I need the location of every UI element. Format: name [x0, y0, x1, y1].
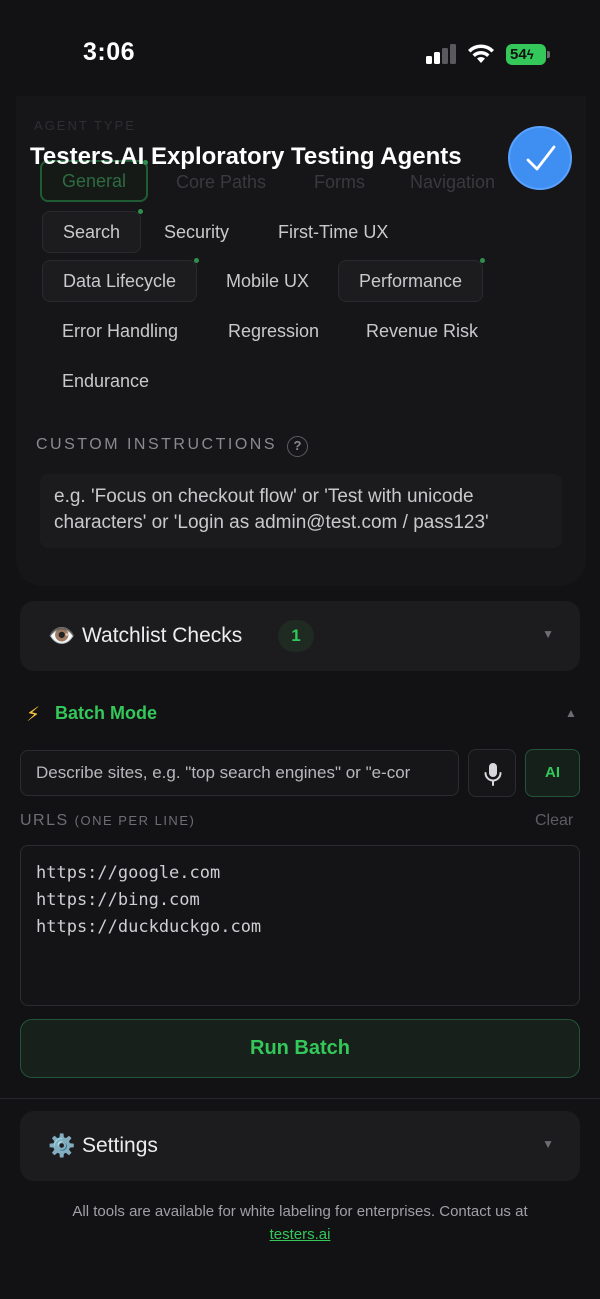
chevron-down-icon: ▼	[542, 627, 554, 641]
gear-icon: ⚙️	[48, 1133, 76, 1158]
battery-icon: 54ϟ	[506, 44, 550, 65]
cellular-signal-icon	[426, 44, 458, 64]
ai-generate-button[interactable]: AI	[525, 749, 580, 797]
batch-mode-title: Batch Mode	[55, 703, 158, 723]
chip-security[interactable]: Security	[144, 211, 249, 253]
microphone-button[interactable]	[468, 749, 516, 797]
status-time: 3:06	[83, 38, 136, 66]
divider	[0, 1098, 600, 1099]
chip-search[interactable]: Search	[42, 209, 144, 253]
checkmark-icon	[526, 145, 556, 171]
url-line: https://duckduckgo.com	[36, 917, 262, 937]
chip-revenue-risk[interactable]: Revenue Risk	[346, 310, 498, 352]
watchlist-checks-accordion[interactable]: 👁️ Watchlist Checks 1 ▼	[20, 601, 580, 671]
run-batch-button[interactable]: Run Batch	[20, 1019, 580, 1078]
watchlist-label: Watchlist Checks	[82, 624, 243, 647]
status-bar: 3:06 54ϟ	[0, 0, 600, 100]
confirm-button[interactable]	[508, 126, 572, 190]
battery-level: 54	[510, 46, 527, 63]
eye-icon: 👁️	[48, 623, 76, 648]
chip-first-time-ux[interactable]: First-Time UX	[258, 211, 408, 253]
custom-instructions-label: CUSTOM INSTRUCTIONS	[36, 436, 277, 453]
chip-data-lifecycle[interactable]: Data Lifecycle	[42, 258, 200, 302]
chip-performance[interactable]: Performance	[338, 258, 486, 302]
wifi-icon	[468, 44, 494, 63]
instructions-placeholder-line2: characters' or 'Login as admin@test.com …	[54, 512, 489, 533]
clear-urls-button[interactable]: Clear	[535, 812, 573, 830]
help-icon[interactable]: ?	[287, 436, 308, 457]
url-line: https://google.com	[36, 863, 221, 883]
settings-accordion[interactable]: ⚙️ Settings ▼	[20, 1111, 580, 1181]
custom-instructions-input[interactable]: e.g. 'Focus on checkout flow' or 'Test w…	[40, 474, 562, 548]
footer-text: All tools are available for white labeli…	[72, 1203, 528, 1220]
chip-endurance[interactable]: Endurance	[42, 360, 169, 402]
chip-error-handling[interactable]: Error Handling	[42, 310, 198, 352]
chevron-up-icon[interactable]: ▲	[565, 706, 577, 720]
settings-label: Settings	[82, 1134, 158, 1157]
microphone-icon	[484, 763, 502, 786]
watchlist-count-badge: 1	[278, 620, 314, 652]
agent-type-label: AGENT TYPE	[34, 118, 136, 133]
footer: All tools are available for white labeli…	[20, 1200, 580, 1246]
url-line: https://bing.com	[36, 890, 200, 910]
chip-regression[interactable]: Regression	[208, 310, 339, 352]
footer-link[interactable]: testers.ai	[270, 1226, 331, 1243]
chevron-down-icon: ▼	[542, 1137, 554, 1151]
lightning-icon: ⚡	[26, 704, 41, 726]
page-title: Testers.AI Exploratory Testing Agents	[30, 143, 462, 170]
urls-sublabel: (ONE PER LINE)	[74, 813, 196, 828]
urls-label: URLS (ONE PER LINE)	[20, 812, 196, 829]
instructions-placeholder-line1: e.g. 'Focus on checkout flow' or 'Test w…	[54, 486, 474, 507]
describe-sites-input[interactable]: Describe sites, e.g. "top search engines…	[20, 750, 459, 796]
chip-mobile-ux[interactable]: Mobile UX	[206, 260, 329, 302]
urls-textarea[interactable]: https://google.com https://bing.com http…	[20, 845, 580, 1006]
